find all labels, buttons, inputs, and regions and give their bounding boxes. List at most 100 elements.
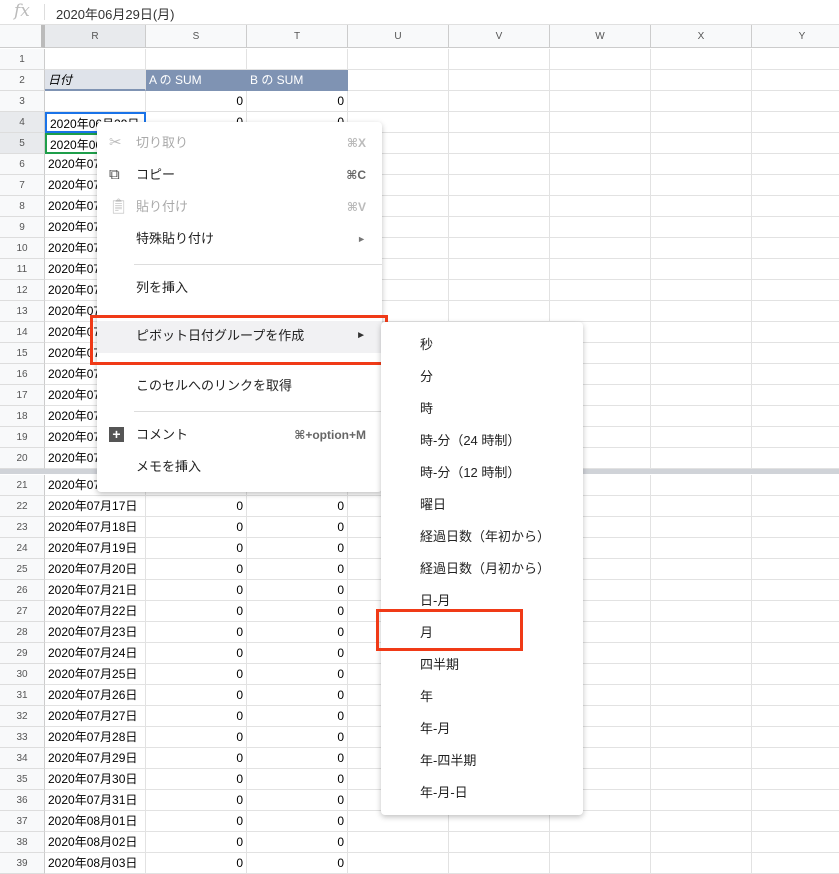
cell[interactable] (651, 427, 752, 448)
sum-cell[interactable]: 0 (146, 517, 247, 538)
submenu-item[interactable]: 年 (381, 682, 583, 712)
cell[interactable] (752, 748, 839, 769)
sum-cell[interactable]: 0 (146, 748, 247, 769)
cell[interactable] (550, 832, 651, 853)
cell[interactable] (752, 790, 839, 811)
row-header[interactable]: 18 (0, 406, 45, 427)
formula-input[interactable]: 2020年06月29日(月) (56, 4, 175, 23)
row-header[interactable]: 37 (0, 811, 45, 832)
cell[interactable] (45, 91, 146, 112)
cell[interactable] (550, 217, 651, 238)
submenu-item[interactable]: 分 (381, 362, 583, 392)
row-header[interactable]: 28 (0, 622, 45, 643)
date-cell[interactable]: 2020年08月02日 (45, 832, 146, 853)
cell[interactable] (550, 280, 651, 301)
row-header[interactable]: 1 (0, 49, 45, 70)
submenu-item[interactable]: 時 (381, 394, 583, 424)
cell[interactable] (651, 196, 752, 217)
cell[interactable] (752, 559, 839, 580)
column-header-W[interactable]: W (550, 25, 651, 48)
row-header[interactable]: 26 (0, 580, 45, 601)
cell[interactable] (651, 259, 752, 280)
row-header[interactable]: 36 (0, 790, 45, 811)
cell[interactable] (449, 112, 550, 133)
row-header[interactable]: 10 (0, 238, 45, 259)
menu-item-paste-special[interactable]: 特殊貼り付け ► (97, 224, 382, 254)
cell[interactable] (449, 259, 550, 280)
sum-cell[interactable]: 0 (247, 790, 348, 811)
sum-cell[interactable]: 0 (146, 727, 247, 748)
cell[interactable] (651, 538, 752, 559)
date-cell[interactable]: 2020年07月18日 (45, 517, 146, 538)
cell[interactable] (752, 622, 839, 643)
row-header[interactable]: 12 (0, 280, 45, 301)
sum-cell[interactable]: 0 (247, 601, 348, 622)
cell[interactable] (752, 70, 839, 91)
cell[interactable] (449, 196, 550, 217)
menu-item-insert-note[interactable]: メモを挿入 (97, 452, 382, 482)
cell[interactable] (651, 343, 752, 364)
cell[interactable] (651, 685, 752, 706)
sum-cell[interactable]: 0 (247, 685, 348, 706)
row-header[interactable]: 8 (0, 196, 45, 217)
cell[interactable] (651, 517, 752, 538)
cell[interactable] (651, 559, 752, 580)
cell[interactable]: 0 (247, 91, 348, 112)
cell[interactable] (550, 196, 651, 217)
row-header[interactable]: 17 (0, 385, 45, 406)
cell[interactable] (752, 685, 839, 706)
column-header-S[interactable]: S (146, 25, 247, 48)
cell[interactable] (752, 217, 839, 238)
cell[interactable] (752, 196, 839, 217)
date-cell[interactable]: 2020年07月19日 (45, 538, 146, 559)
cell[interactable] (550, 175, 651, 196)
submenu-item[interactable]: 秒 (381, 330, 583, 360)
cell[interactable] (449, 238, 550, 259)
sum-cell[interactable]: 0 (146, 538, 247, 559)
cell[interactable] (449, 91, 550, 112)
cell[interactable] (752, 154, 839, 175)
sum-cell[interactable]: 0 (247, 832, 348, 853)
cell[interactable] (550, 238, 651, 259)
row-header[interactable]: 27 (0, 601, 45, 622)
cell[interactable] (651, 664, 752, 685)
date-cell[interactable]: 2020年07月31日 (45, 790, 146, 811)
cell[interactable]: 0 (146, 91, 247, 112)
date-cell[interactable]: 2020年07月20日 (45, 559, 146, 580)
cell[interactable] (550, 133, 651, 154)
row-header[interactable]: 4 (0, 112, 45, 133)
cell[interactable] (449, 175, 550, 196)
cell[interactable] (449, 133, 550, 154)
row-header[interactable]: 25 (0, 559, 45, 580)
cell[interactable] (651, 580, 752, 601)
sum-cell[interactable]: 0 (247, 727, 348, 748)
cell[interactable] (752, 769, 839, 790)
cell[interactable] (550, 853, 651, 874)
cell[interactable] (651, 133, 752, 154)
cell[interactable] (651, 238, 752, 259)
row-header[interactable]: 13 (0, 301, 45, 322)
cell[interactable] (752, 385, 839, 406)
cell[interactable] (651, 217, 752, 238)
date-cell[interactable]: 2020年07月29日 (45, 748, 146, 769)
date-cell[interactable]: 2020年07月28日 (45, 727, 146, 748)
cell[interactable] (752, 601, 839, 622)
sum-cell[interactable]: 0 (247, 811, 348, 832)
date-cell[interactable]: 2020年07月27日 (45, 706, 146, 727)
sum-cell[interactable]: 0 (146, 769, 247, 790)
sum-cell[interactable]: 0 (247, 538, 348, 559)
date-cell[interactable]: 2020年07月25日 (45, 664, 146, 685)
column-header-R[interactable]: R (45, 25, 146, 48)
cell[interactable] (651, 475, 752, 496)
sum-cell[interactable]: 0 (146, 580, 247, 601)
cell[interactable] (752, 643, 839, 664)
menu-item-paste[interactable]: 📋︎ 貼り付け ⌘V (97, 192, 382, 222)
cell[interactable] (752, 727, 839, 748)
pivot-header-sum[interactable]: B の SUM (247, 70, 348, 91)
sum-cell[interactable]: 0 (146, 622, 247, 643)
submenu-item[interactable]: 時-分（24 時制） (381, 426, 583, 456)
cell[interactable] (449, 832, 550, 853)
cell[interactable] (752, 343, 839, 364)
menu-item-insert-column[interactable]: 列を挿入 (97, 273, 382, 303)
row-header[interactable]: 11 (0, 259, 45, 280)
